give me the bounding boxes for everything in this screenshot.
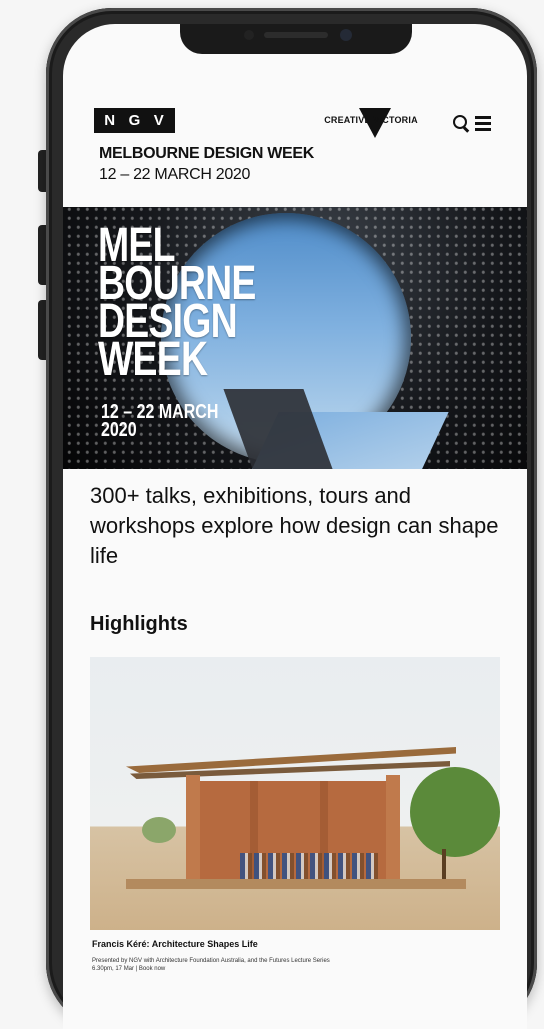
tagline: 300+ talks, exhibitions, tours and works… [90,483,499,568]
highlight-details: Presented by NGV with Architecture Found… [92,958,330,972]
highlights-heading: Highlights [90,613,188,635]
ngv-logo[interactable]: N G V [94,108,175,133]
hero-title: MEL BOURNE DESIGN WEEK [98,222,256,384]
seated-students [240,853,380,881]
logo-letter-v: V [153,112,165,129]
highlight-title[interactable]: Francis Kéré: Architecture Shapes Life [92,939,258,949]
search-icon[interactable] [452,114,472,134]
logo-letter-g: G [128,112,142,129]
hero-dates: 12 – 22 MARCH 2020 [101,402,218,441]
hamburger-menu-icon[interactable] [473,114,493,134]
phone-notch [180,24,412,54]
highlight-photo[interactable] [90,657,500,930]
phone-screen: N G V CREATIVE VICTORIA MELBOURNE DESIGN… [63,24,527,1029]
hero-banner[interactable]: MEL BOURNE DESIGN WEEK 12 – 22 MARCH 202… [63,207,527,469]
hero-year: 2020 [101,419,137,441]
tree-left [142,817,176,843]
creative-victoria-text: CREATIVE VICTORIA [324,115,418,125]
building-plinth [126,879,466,889]
site-dates: 12 – 22 MARCH 2020 [99,166,251,183]
logo-letter-n: N [104,112,117,129]
tree-right [410,767,500,857]
site-title: MELBOURNE DESIGN WEEK [99,145,315,162]
creative-victoria-logo[interactable]: CREATIVE VICTORIA [312,106,430,144]
